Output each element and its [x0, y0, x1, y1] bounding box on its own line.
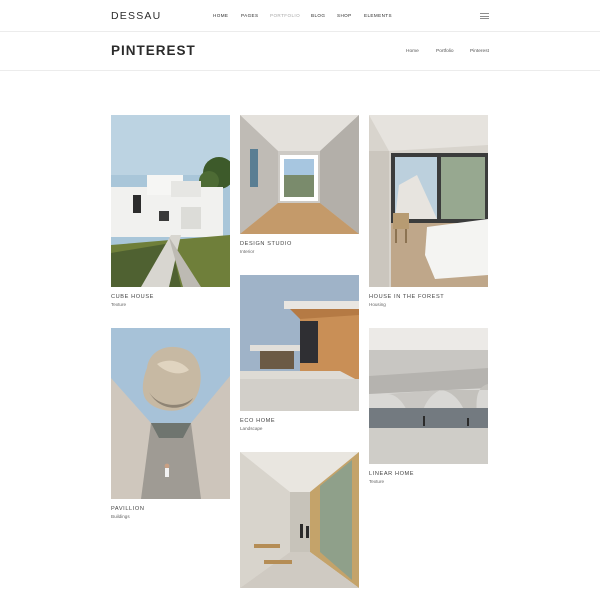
portfolio-item-corridor[interactable] — [240, 452, 359, 588]
pavillion-image[interactable] — [111, 328, 230, 499]
portfolio-item-design-studio[interactable]: DESIGN STUDIO Interior — [240, 115, 359, 254]
eco-home-image[interactable] — [240, 275, 359, 411]
portfolio-item-pavillion[interactable]: PAVILLION Buildings — [111, 328, 230, 519]
house-in-the-forest-title[interactable]: HOUSE IN THE FOREST — [369, 294, 488, 300]
pavillion-title[interactable]: PAVILLION — [111, 506, 230, 512]
hamburger-icon[interactable] — [480, 13, 489, 19]
cube-house-category[interactable]: Texture — [111, 302, 230, 307]
breadcrumb-portfolio[interactable]: Portfolio — [436, 49, 454, 54]
cube-house-title[interactable]: CUBE HOUSE — [111, 294, 230, 300]
linear-home-title[interactable]: LINEAR HOME — [369, 471, 488, 477]
pavillion-category[interactable]: Buildings — [111, 514, 230, 519]
eco-home-title[interactable]: ECO HOME — [240, 418, 359, 424]
nav-item-elements[interactable]: ELEMENTS — [364, 13, 392, 18]
breadcrumb-home[interactable]: Home — [406, 49, 419, 54]
portfolio-item-eco-home[interactable]: ECO HOME Landscape — [240, 275, 359, 431]
portfolio-item-cube-house[interactable]: CUBE HOUSE Texture — [111, 115, 230, 307]
nav-item-home[interactable]: HOME — [213, 13, 228, 18]
design-studio-image[interactable] — [240, 115, 359, 234]
breadcrumb-current: Pinterest — [470, 49, 489, 54]
nav-item-pages[interactable]: PAGES — [241, 13, 259, 18]
nav-item-blog[interactable]: BLOG — [311, 13, 325, 18]
breadcrumb: Home Portfolio Pinterest — [0, 49, 600, 57]
linear-home-category[interactable]: Texture — [369, 479, 488, 484]
house-in-the-forest-category[interactable]: Housing — [369, 302, 488, 307]
cube-house-image[interactable] — [111, 115, 230, 287]
corridor-image[interactable] — [240, 452, 359, 588]
eco-home-category[interactable]: Landscape — [240, 426, 359, 431]
portfolio-item-house-in-the-forest[interactable]: HOUSE IN THE FOREST Housing — [369, 115, 488, 307]
nav-item-shop[interactable]: SHOP — [337, 13, 352, 18]
site-header: DESSAU HOME PAGES PORTFOLIO BLOG SHOP EL… — [0, 0, 600, 32]
page-title-area: PINTEREST Home Portfolio Pinterest — [0, 32, 600, 71]
nav-item-portfolio[interactable]: PORTFOLIO — [270, 13, 300, 18]
design-studio-title[interactable]: DESIGN STUDIO — [240, 241, 359, 247]
design-studio-category[interactable]: Interior — [240, 249, 359, 254]
main-nav: HOME PAGES PORTFOLIO BLOG SHOP ELEMENTS — [0, 13, 600, 21]
linear-home-image[interactable] — [369, 328, 488, 464]
house-in-the-forest-image[interactable] — [369, 115, 488, 287]
portfolio-item-linear-home[interactable]: LINEAR HOME Texture — [369, 328, 488, 484]
